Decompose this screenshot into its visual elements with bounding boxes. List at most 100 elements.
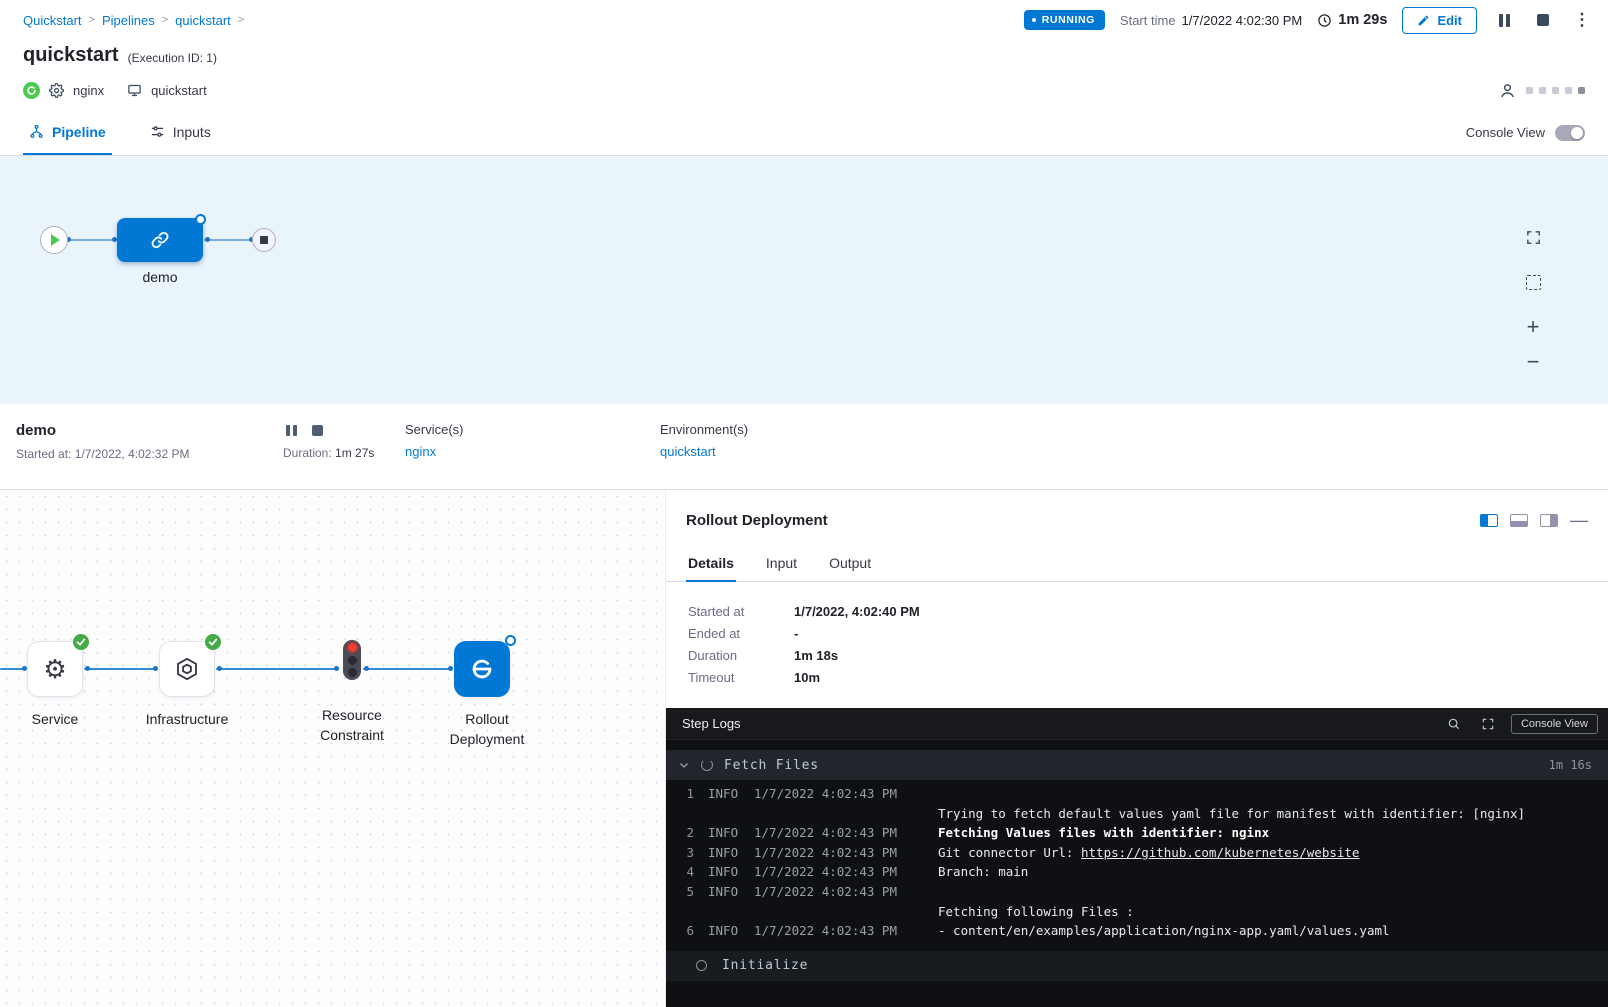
- stage-running-spinner-icon: [195, 214, 206, 225]
- duration-label: Duration:: [283, 446, 332, 460]
- play-icon: [51, 234, 60, 246]
- step-node-resource-constraint[interactable]: [343, 640, 361, 680]
- log-level: INFO: [708, 923, 754, 938]
- log-timestamp: 1/7/2022 4:02:43 PM: [754, 864, 938, 879]
- log-timestamp: 1/7/2022 4:02:43 PM: [754, 786, 938, 801]
- started-at-value: 1/7/2022, 4:02:32 PM: [75, 447, 190, 461]
- tab-inputs-label: Inputs: [173, 124, 211, 140]
- step-label-service: Service: [0, 709, 115, 729]
- gear-icon: [49, 83, 64, 98]
- breadcrumb-separator: >: [162, 14, 168, 26]
- edit-button[interactable]: Edit: [1402, 7, 1477, 34]
- log-row: 1 INFO 1/7/2022 4:02:43 PM: [666, 786, 1608, 806]
- pause-execution-button[interactable]: [1492, 8, 1516, 32]
- pencil-icon: [1417, 14, 1430, 27]
- stop-icon: [260, 236, 268, 244]
- log-message: Fetching following Files :: [938, 904, 1134, 919]
- pipeline-end-node: [252, 228, 276, 252]
- duration-value: 1m 27s: [335, 446, 374, 460]
- execution-graph-canvas[interactable]: ⚙ Service Infrastructure Resource Constr…: [0, 490, 665, 1007]
- success-check-icon: [205, 634, 221, 653]
- log-section-initialize[interactable]: Initialize: [666, 951, 1608, 981]
- marquee-select-button[interactable]: [1520, 269, 1546, 295]
- log-level: INFO: [708, 845, 754, 860]
- log-message-link[interactable]: https://github.com/kubernetes/website: [1081, 845, 1359, 860]
- status-badge: RUNNING: [1024, 10, 1105, 30]
- top-header: Quickstart > Pipelines > quickstart > RU…: [0, 0, 1608, 40]
- log-timestamp: 1/7/2022 4:02:43 PM: [754, 884, 938, 899]
- tab-pipeline[interactable]: Pipeline: [23, 110, 112, 155]
- breadcrumb-separator: >: [89, 14, 95, 26]
- traffic-light-red: [348, 643, 357, 652]
- breadcrumb-separator: >: [238, 14, 244, 26]
- tab-input[interactable]: Input: [764, 546, 799, 582]
- layout-split-bottom-button[interactable]: [1510, 514, 1528, 527]
- start-time: Start time 1/7/2022 4:02:30 PM: [1120, 13, 1302, 28]
- log-search-button[interactable]: [1443, 713, 1465, 735]
- pipeline-icon: [29, 124, 44, 139]
- step-logs-header: Step Logs Console View: [666, 708, 1608, 740]
- log-section-fetch-files[interactable]: Fetch Files 1m 16s: [666, 750, 1608, 780]
- minus-icon: −: [1527, 351, 1540, 373]
- detail-value: 1/7/2022, 4:02:40 PM: [794, 604, 920, 619]
- detail-label: Duration: [688, 648, 794, 663]
- pipeline-start-node[interactable]: [40, 226, 68, 254]
- detail-label: Ended at: [688, 626, 794, 641]
- plus-icon: +: [1527, 316, 1540, 338]
- breadcrumb-link-pipeline[interactable]: quickstart: [175, 13, 231, 28]
- environments-label: Environment(s): [660, 422, 915, 437]
- view-tabbar: Pipeline Inputs Console View: [0, 110, 1608, 156]
- log-line-number: 2: [672, 825, 694, 840]
- detail-row: Started at 1/7/2022, 4:02:40 PM: [688, 604, 1588, 619]
- minimap-square: [1552, 87, 1559, 94]
- elapsed-time: 1m 29s: [1317, 12, 1387, 28]
- service-link[interactable]: nginx: [405, 444, 436, 459]
- more-options-button[interactable]: ⋮: [1570, 8, 1594, 32]
- environment-link[interactable]: quickstart: [660, 444, 716, 459]
- edge-point: [448, 666, 453, 671]
- stage-name: demo: [16, 422, 283, 439]
- log-section-title: Initialize: [722, 958, 808, 973]
- zoom-out-button[interactable]: −: [1520, 349, 1546, 375]
- pipeline-canvas[interactable]: demo + −: [0, 156, 1608, 404]
- step-node-rollout-deployment[interactable]: [454, 641, 510, 697]
- console-view-toggle[interactable]: [1555, 125, 1585, 141]
- log-message: Git connector Url:: [938, 845, 1081, 860]
- log-console-view-button[interactable]: Console View: [1511, 714, 1598, 734]
- service-name: nginx: [73, 83, 104, 98]
- step-node-infrastructure[interactable]: [159, 641, 215, 697]
- services-label: Service(s): [405, 422, 660, 437]
- edge: [204, 239, 252, 241]
- log-timestamp: 1/7/2022 4:02:43 PM: [754, 845, 938, 860]
- log-line-number: 3: [672, 845, 694, 860]
- panel-header: Rollout Deployment —: [666, 490, 1608, 540]
- breadcrumb-link-project[interactable]: Quickstart: [23, 13, 82, 28]
- log-line-number: 4: [672, 864, 694, 879]
- log-line-number: 1: [672, 786, 694, 801]
- tab-output[interactable]: Output: [827, 546, 873, 582]
- tab-inputs[interactable]: Inputs: [144, 110, 217, 155]
- panel-minimize-button[interactable]: —: [1570, 511, 1588, 529]
- layout-split-left-button[interactable]: [1480, 514, 1498, 527]
- zoom-in-button[interactable]: +: [1520, 314, 1546, 340]
- breadcrumb-link-pipelines[interactable]: Pipelines: [102, 13, 155, 28]
- log-timestamp: 1/7/2022 4:02:43 PM: [754, 825, 938, 840]
- layout-split-right-button[interactable]: [1540, 514, 1558, 527]
- log-row: 3 INFO 1/7/2022 4:02:43 PM Git connector…: [666, 845, 1608, 865]
- abort-execution-button[interactable]: [1531, 8, 1555, 32]
- log-lines[interactable]: 1 INFO 1/7/2022 4:02:43 PM Trying to fet…: [666, 780, 1608, 943]
- log-line-number: 5: [672, 884, 694, 899]
- edge-point: [217, 666, 222, 671]
- breadcrumb: Quickstart > Pipelines > quickstart >: [23, 13, 244, 28]
- detail-value: -: [794, 626, 798, 641]
- stage-abort-button[interactable]: [309, 422, 325, 438]
- step-node-service[interactable]: ⚙: [27, 641, 83, 697]
- stage-node-demo[interactable]: [117, 218, 203, 262]
- stage-pause-button[interactable]: [283, 422, 299, 438]
- fullscreen-button[interactable]: [1520, 224, 1546, 250]
- tab-details[interactable]: Details: [686, 546, 736, 582]
- stage-summary-bar: demo Started at: 1/7/2022, 4:02:32 PM Du…: [0, 404, 1608, 490]
- success-check-icon: [73, 634, 89, 653]
- log-fullscreen-button[interactable]: [1477, 713, 1499, 735]
- step-detail-panel: Rollout Deployment — Details Input Outpu…: [665, 490, 1608, 1007]
